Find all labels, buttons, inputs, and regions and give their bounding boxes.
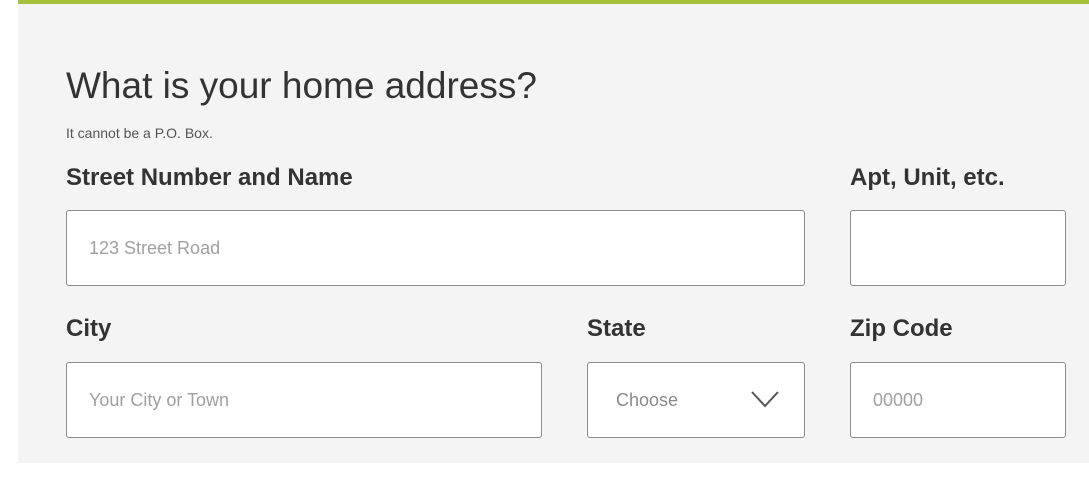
zip-input[interactable] <box>850 362 1066 438</box>
apt-label: Apt, Unit, etc. <box>850 164 1005 191</box>
chevron-down-icon <box>751 391 779 408</box>
page: What is your home address? It cannot be … <box>0 0 1089 492</box>
state-label: State <box>587 315 646 342</box>
city-label: City <box>66 315 112 342</box>
street-label: Street Number and Name <box>66 164 353 191</box>
state-select-value: Choose <box>616 389 679 410</box>
form-title: What is your home address? <box>66 65 537 106</box>
city-input[interactable] <box>66 362 542 438</box>
street-input[interactable] <box>66 210 805 286</box>
state-select[interactable]: Choose <box>587 362 805 438</box>
form-subtitle: It cannot be a P.O. Box. <box>66 125 213 141</box>
apt-input[interactable] <box>850 210 1066 286</box>
zip-label: Zip Code <box>850 315 953 342</box>
